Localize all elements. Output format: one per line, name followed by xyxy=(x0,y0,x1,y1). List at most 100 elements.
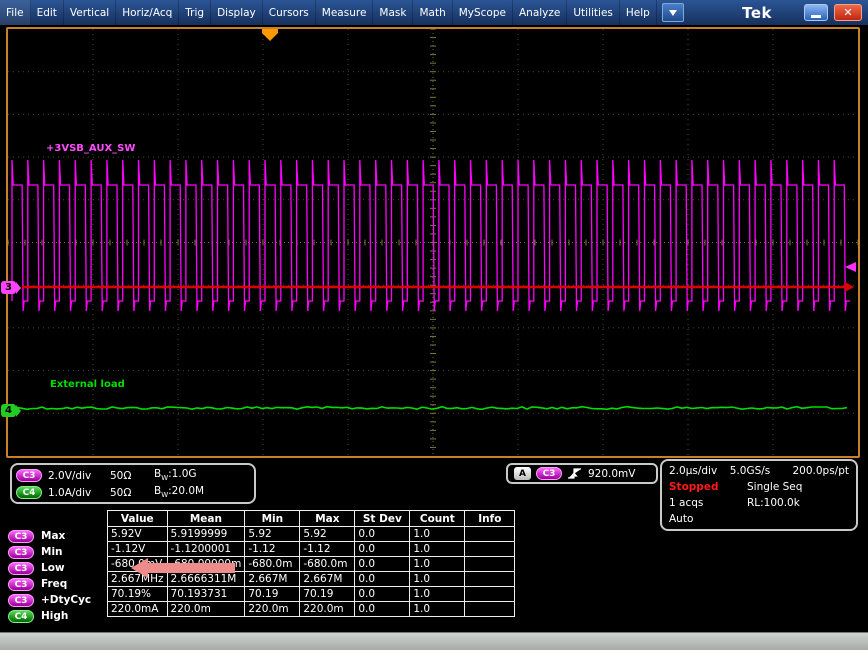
meas-row-freq: C3 Freq xyxy=(8,576,91,592)
channel-badge-c3[interactable]: C3 xyxy=(8,546,34,559)
minimize-icon xyxy=(811,15,821,18)
close-icon: ✕ xyxy=(843,6,852,19)
meas-cell: 1.0 xyxy=(410,602,465,617)
meas-cell: 70.19 xyxy=(245,587,300,602)
menu-horiz-acq[interactable]: Horiz/Acq xyxy=(116,0,179,25)
meas-row-min: C3 Min xyxy=(8,544,91,560)
table-row: 5.92V 5.9199999 5.92 5.92 0.0 1.0 xyxy=(108,527,515,542)
ch3-scale: 2.0V/div xyxy=(48,470,110,482)
close-button[interactable]: ✕ xyxy=(834,4,862,21)
trigger-readout-box[interactable]: A C3 920.0mV xyxy=(506,463,658,484)
oscilloscope-app: File Edit Vertical Horiz/Acq Trig Displa… xyxy=(0,0,868,650)
meas-cell: -680.0m xyxy=(300,557,355,572)
trigger-level-value: 920.0mV xyxy=(588,468,635,480)
timebase-line: 2.0µs/div 5.0GS/s 200.0ps/pt xyxy=(662,463,856,479)
measurement-name: Max xyxy=(41,530,65,542)
sample-resolution: 200.0ps/pt xyxy=(792,465,849,477)
acq-mode: Single Seq xyxy=(747,481,802,493)
meas-cell: 220.0m xyxy=(245,602,300,617)
ch4-badge[interactable]: C4 xyxy=(16,486,42,499)
ch3-badge[interactable]: C3 xyxy=(16,469,42,482)
ch4-ground-marker[interactable]: 4 xyxy=(1,404,16,417)
meas-row-low: C3 Low xyxy=(8,560,91,576)
acq-count: 1 acqs xyxy=(669,497,747,509)
menu-cursors[interactable]: Cursors xyxy=(263,0,316,25)
meas-cell: 70.19% xyxy=(108,587,168,602)
meas-cell xyxy=(465,542,515,557)
meas-cell: -1.12 xyxy=(300,542,355,557)
measurement-name: High xyxy=(41,610,68,622)
meas-cell: 5.9199999 xyxy=(167,527,245,542)
menu-measure[interactable]: Measure xyxy=(316,0,374,25)
menu-trig[interactable]: Trig xyxy=(179,0,211,25)
menu-mask[interactable]: Mask xyxy=(373,0,413,25)
menu-vertical[interactable]: Vertical xyxy=(64,0,116,25)
tek-logo: Tek xyxy=(742,4,772,22)
ch4-readout-row: C4 1.0A/div 50Ω BW:20.0M xyxy=(16,484,250,501)
meas-header-row: Value Mean Min Max St Dev Count Info xyxy=(108,511,515,527)
channel-badge-c3[interactable]: C3 xyxy=(8,530,34,543)
meas-cell: 1.0 xyxy=(410,542,465,557)
annotation-arrow xyxy=(131,558,237,578)
channel-badge-c4[interactable]: C4 xyxy=(8,610,34,623)
meas-row-high: C4 High xyxy=(8,608,91,624)
measurement-label-column: C3 Max C3 Min C3 Low C3 Freq C3 +DtyCyc … xyxy=(8,528,91,624)
menu-analyze[interactable]: Analyze xyxy=(513,0,567,25)
waveform-display[interactable]: +3VSB_AUX_SW External load xyxy=(6,27,860,458)
trigger-source-badge[interactable]: C3 xyxy=(536,467,562,480)
menu-math[interactable]: Math xyxy=(413,0,452,25)
meas-cell: 220.0m xyxy=(300,602,355,617)
trigger-slope-icon xyxy=(567,467,583,480)
meas-row-max: C3 Max xyxy=(8,528,91,544)
menu-myscope[interactable]: MyScope xyxy=(453,0,513,25)
menu-display[interactable]: Display xyxy=(211,0,263,25)
ch3-readout-row: C3 2.0V/div 50Ω BW:1.0G xyxy=(16,467,250,484)
meas-cell: 70.193731 xyxy=(167,587,245,602)
meas-cell: -680.0m xyxy=(245,557,300,572)
minimize-button[interactable] xyxy=(804,4,828,21)
acq-state-line: Stopped Single Seq xyxy=(662,479,856,495)
meas-header-value: Value xyxy=(108,511,168,527)
menu-dropdown-button[interactable] xyxy=(662,3,684,22)
menu-help[interactable]: Help xyxy=(620,0,657,25)
meas-cell xyxy=(465,602,515,617)
scope-canvas[interactable] xyxy=(8,29,858,456)
channel-badge-c3[interactable]: C3 xyxy=(8,594,34,607)
trig-mode-line: Auto xyxy=(662,511,856,527)
meas-cell xyxy=(465,557,515,572)
meas-cell: 1.0 xyxy=(410,557,465,572)
menu-utilities[interactable]: Utilities xyxy=(567,0,620,25)
channel-badge-c3[interactable]: C3 xyxy=(8,562,34,575)
measurement-name: Freq xyxy=(41,578,67,590)
meas-header-min: Min xyxy=(245,511,300,527)
meas-cell: 220.0mA xyxy=(108,602,168,617)
meas-cell xyxy=(465,587,515,602)
timebase-scale: 2.0µs/div xyxy=(669,465,730,477)
arrow-head-icon xyxy=(131,558,148,578)
menu-file[interactable]: File xyxy=(0,0,31,25)
ch3-termination: 50Ω xyxy=(110,470,154,482)
ch4-waveform-label: External load xyxy=(50,379,125,390)
meas-cell: 2.667M xyxy=(245,572,300,587)
ch3-bandwidth: BW:1.0G xyxy=(154,468,197,482)
measurement-name: Min xyxy=(41,546,63,558)
meas-cell: 0.0 xyxy=(355,572,410,587)
ch3-waveform-label: +3VSB_AUX_SW xyxy=(46,143,135,154)
meas-cell: 1.0 xyxy=(410,587,465,602)
ch3-ground-marker[interactable]: 3 xyxy=(1,281,16,294)
trigger-a-badge: A xyxy=(514,467,531,480)
meas-cell: 70.19 xyxy=(300,587,355,602)
meas-header-max: Max xyxy=(300,511,355,527)
meas-cell xyxy=(465,572,515,587)
meas-header-mean: Mean xyxy=(167,511,245,527)
meas-cell: -1.12 xyxy=(245,542,300,557)
meas-cell: 1.0 xyxy=(410,572,465,587)
channel-badge-c3[interactable]: C3 xyxy=(8,578,34,591)
vertical-readout-box[interactable]: C3 2.0V/div 50Ω BW:1.0G C4 1.0A/div 50Ω … xyxy=(10,463,256,504)
measurement-name: +DtyCyc xyxy=(41,594,91,606)
menu-bar: File Edit Vertical Horiz/Acq Trig Displa… xyxy=(0,0,868,25)
menu-edit[interactable]: Edit xyxy=(31,0,64,25)
meas-cell: 0.0 xyxy=(355,542,410,557)
horizontal-readout-box[interactable]: 2.0µs/div 5.0GS/s 200.0ps/pt Stopped Sin… xyxy=(660,459,858,531)
ch4-scale: 1.0A/div xyxy=(48,487,110,499)
